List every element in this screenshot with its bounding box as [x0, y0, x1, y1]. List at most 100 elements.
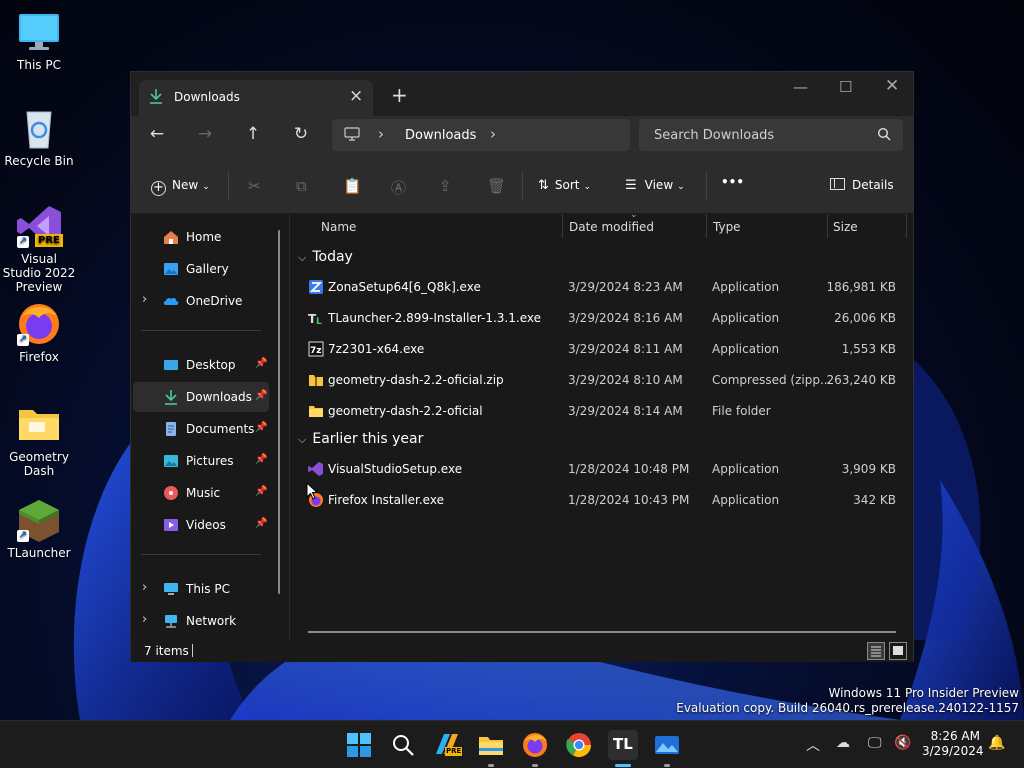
pin-icon[interactable]: 📌: [255, 486, 267, 497]
up-button[interactable]: ↑: [239, 124, 267, 144]
back-button[interactable]: ←: [143, 124, 171, 144]
chevron-right-icon[interactable]: ›: [378, 125, 384, 143]
pin-icon[interactable]: 📌: [255, 390, 267, 401]
details-label: Details: [852, 178, 894, 192]
search-box[interactable]: Search Downloads: [639, 119, 903, 151]
chrome-taskbar-button[interactable]: [564, 730, 594, 760]
clock[interactable]: 8:26 AM 3/29/2024: [922, 729, 984, 759]
nav-item-documents[interactable]: Documents 📌: [133, 414, 269, 444]
desktop-icon-visual-studio[interactable]: PRE ↗ Visual Studio 2022 Preview: [2, 204, 76, 294]
desktop-icon-this-pc[interactable]: This PC: [2, 10, 76, 72]
desktop-icon-geometry-dash[interactable]: Geometry Dash: [2, 402, 76, 478]
forward-button[interactable]: →: [191, 124, 219, 144]
network-icon[interactable]: 🖵: [868, 735, 882, 751]
column-header-type[interactable]: Type: [713, 220, 741, 234]
nav-item-music[interactable]: Music 📌: [133, 478, 269, 508]
photos-taskbar-button[interactable]: [652, 730, 682, 760]
group-header-earlier-this-year[interactable]: ⌵ Earlier this year: [298, 431, 423, 447]
file-size: 1,553 KB: [841, 342, 896, 356]
table-row[interactable]: geometry-dash-2.2-oficial.zip 3/29/2024 …: [298, 365, 904, 396]
share-icon[interactable]: ⇪: [439, 177, 452, 195]
table-row[interactable]: geometry-dash-2.2-oficial 3/29/2024 8:14…: [298, 396, 904, 427]
notification-bell-icon[interactable]: 🔔: [988, 735, 1005, 751]
view-button[interactable]: ☰ View ⌄: [625, 178, 685, 193]
close-window-button[interactable]: ✕: [885, 76, 899, 96]
details-button[interactable]: Details: [830, 178, 894, 192]
volume-muted-icon[interactable]: 🔇: [894, 735, 911, 751]
table-row[interactable]: ZonaSetup64[6_Q8k].exe 3/29/2024 8:23 AM…: [298, 272, 904, 303]
desktop-icon-recycle-bin[interactable]: Recycle Bin: [2, 106, 76, 168]
close-tab-icon[interactable]: ×: [349, 86, 363, 106]
search-taskbar-button[interactable]: [388, 730, 418, 760]
nav-label: Documents: [186, 422, 255, 436]
cut-icon[interactable]: ✂: [248, 177, 261, 195]
pin-icon[interactable]: 📌: [255, 422, 267, 433]
chevron-right-icon[interactable]: ›: [490, 125, 496, 143]
nav-item-desktop[interactable]: Desktop 📌: [133, 350, 269, 380]
tiles-view-icon[interactable]: [889, 642, 907, 660]
pin-icon[interactable]: 📌: [255, 358, 267, 369]
group-header-today[interactable]: ⌵ Today: [298, 249, 353, 265]
copilot-button[interactable]: PRE: [432, 730, 463, 760]
chevron-right-icon[interactable]: ›: [142, 292, 147, 307]
column-divider[interactable]: [562, 214, 563, 238]
chevron-up-icon[interactable]: ︿: [806, 735, 820, 755]
tab-downloads[interactable]: Downloads ×: [139, 80, 373, 116]
search-input[interactable]: Search Downloads: [654, 128, 774, 143]
new-tab-button[interactable]: +: [391, 83, 408, 107]
nav-item-pictures[interactable]: Pictures 📌: [133, 446, 269, 476]
sort-button[interactable]: ⇅ Sort ⌄: [538, 178, 591, 193]
nav-item-network[interactable]: › Network: [133, 606, 269, 636]
details-view-icon[interactable]: [867, 642, 885, 660]
chevron-down-icon: ⌄: [583, 182, 592, 192]
column-divider[interactable]: [706, 214, 707, 238]
refresh-button[interactable]: ↻: [287, 124, 315, 144]
paste-icon[interactable]: 📋: [343, 177, 362, 195]
column-header-size[interactable]: Size: [833, 220, 858, 234]
nav-scrollbar[interactable]: [278, 230, 280, 594]
table-row[interactable]: TL TLauncher-2.899-Installer-1.3.1.exe 3…: [298, 303, 904, 334]
firefox-taskbar-button[interactable]: [520, 730, 550, 760]
nav-label: Pictures: [186, 454, 234, 468]
more-options-button[interactable]: •••: [721, 175, 744, 189]
onedrive-offline-icon[interactable]: ☁: [836, 735, 850, 751]
nav-item-home[interactable]: Home: [133, 222, 269, 252]
start-button[interactable]: [344, 730, 374, 760]
nav-item-videos[interactable]: Videos 📌: [133, 510, 269, 540]
maximize-button[interactable]: ☐: [839, 78, 852, 96]
file-date: 1/28/2024 10:48 PM: [568, 462, 690, 476]
new-button[interactable]: + New ⌄: [151, 178, 210, 196]
divider: [228, 172, 229, 200]
column-divider[interactable]: [827, 214, 828, 238]
horizontal-scrollbar[interactable]: [308, 631, 896, 633]
column-header-name[interactable]: Name: [321, 220, 356, 234]
chevron-down-icon: ⌄: [677, 182, 685, 192]
address-bar[interactable]: › Downloads ›: [332, 119, 630, 151]
breadcrumb-downloads[interactable]: Downloads: [405, 128, 476, 143]
minimize-button[interactable]: —: [793, 78, 808, 96]
table-row[interactable]: VisualStudioSetup.exe 1/28/2024 10:48 PM…: [298, 454, 904, 485]
chevron-right-icon[interactable]: ›: [142, 580, 147, 595]
pin-icon[interactable]: 📌: [255, 454, 267, 465]
rename-icon[interactable]: Ⓐ: [391, 177, 406, 198]
nav-item-onedrive[interactable]: › OneDrive: [133, 286, 269, 316]
table-row[interactable]: Firefox Installer.exe 1/28/2024 10:43 PM…: [298, 485, 904, 516]
network-icon: [163, 613, 179, 629]
desktop-icon-firefox[interactable]: ↗ Firefox: [2, 302, 76, 364]
delete-icon[interactable]: 🗑: [487, 177, 506, 195]
desktop-icon-tlauncher[interactable]: ↗ TLauncher: [2, 498, 76, 560]
taskbar: PRE TL ︿ ☁ 🖵 🔇 8:26 AM 3/29/2024 🔔: [0, 720, 1024, 768]
nav-item-gallery[interactable]: Gallery: [133, 254, 269, 284]
chevron-right-icon[interactable]: ›: [142, 612, 147, 627]
tlauncher-taskbar-button[interactable]: TL: [608, 730, 638, 760]
column-header-date[interactable]: Date modified: [569, 220, 654, 234]
file-explorer-taskbar-button[interactable]: [476, 730, 506, 760]
nav-label: Network: [186, 614, 237, 628]
nav-item-downloads[interactable]: Downloads 📌: [133, 382, 269, 412]
column-divider[interactable]: [906, 214, 907, 238]
nav-label: This PC: [186, 582, 230, 596]
table-row[interactable]: 7z 7z2301-x64.exe 3/29/2024 8:11 AM Appl…: [298, 334, 904, 365]
pin-icon[interactable]: 📌: [255, 518, 267, 529]
nav-item-this-pc[interactable]: › This PC: [133, 574, 269, 604]
copy-icon[interactable]: ⧉: [296, 177, 307, 195]
